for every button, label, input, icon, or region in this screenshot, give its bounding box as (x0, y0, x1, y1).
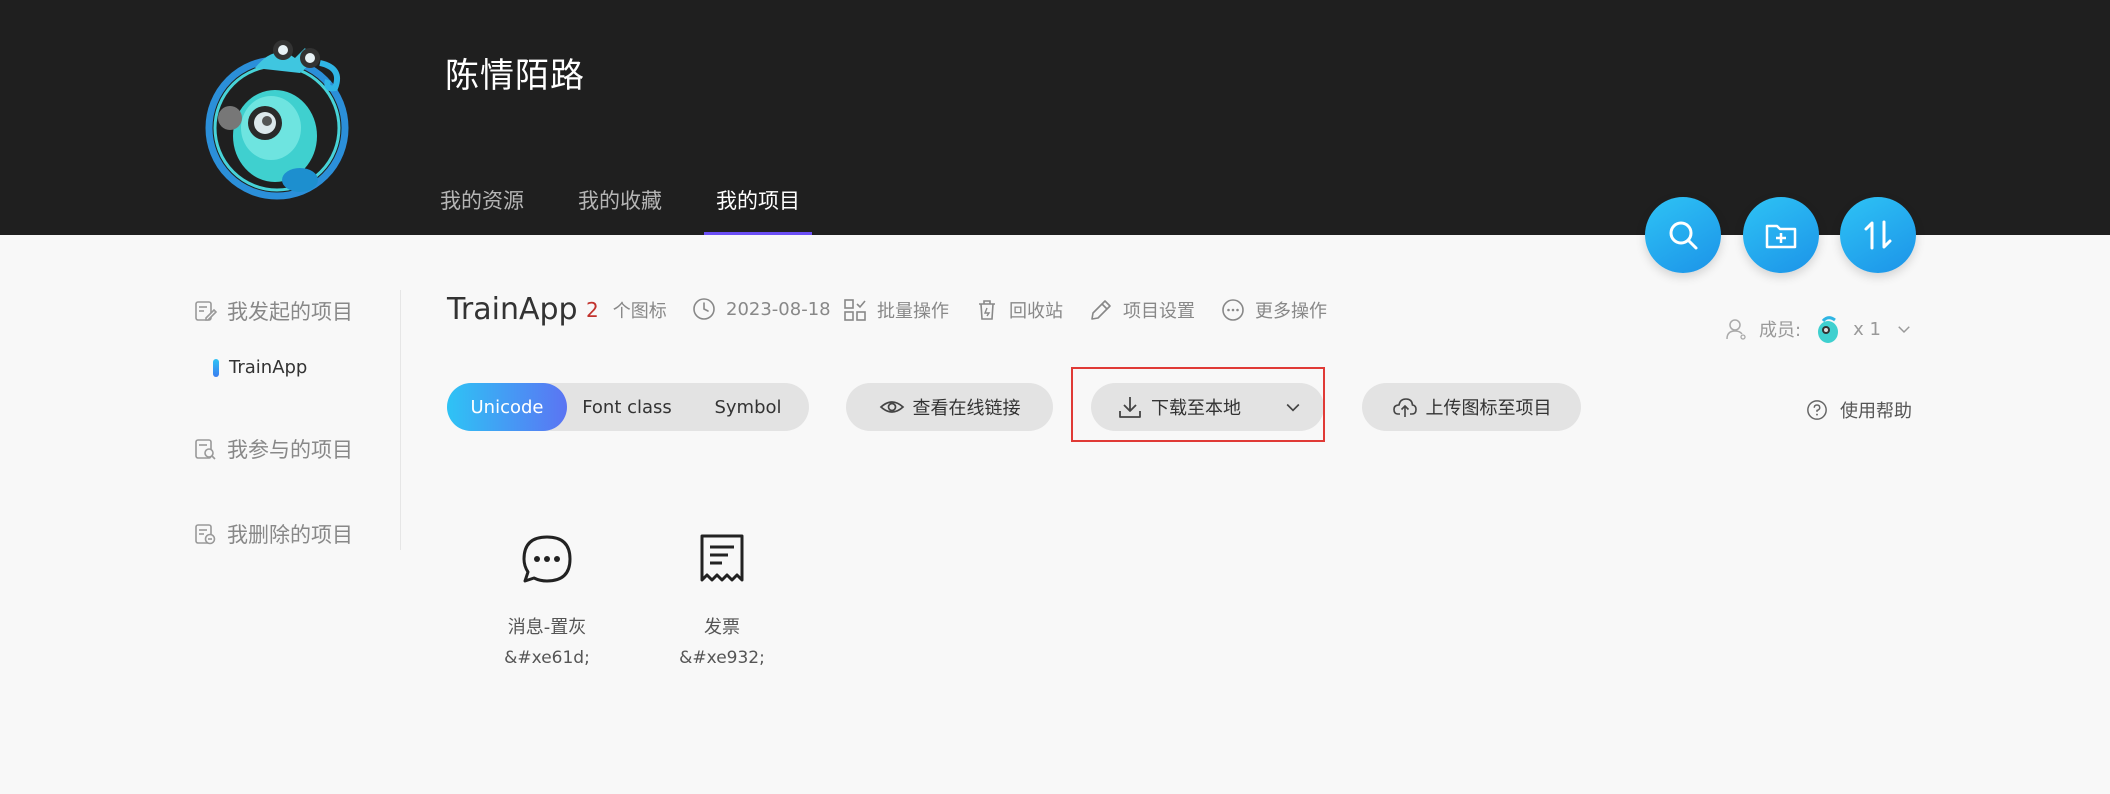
eye-icon (879, 401, 904, 413)
member-avatar (1818, 316, 1839, 343)
sidebar-item-joined[interactable]: 我参与的项目 (193, 434, 353, 464)
upload-icon-button[interactable]: 上传图标至项目 (1362, 383, 1581, 431)
search-icon (1669, 221, 1698, 250)
sidebar-item-label: 我删除的项目 (227, 523, 353, 547)
icon-card[interactable]: 消息-置灰 &#xe61d; (467, 532, 627, 668)
sidebar-item-label: 我发起的项目 (227, 300, 353, 324)
tab-unicode[interactable]: Unicode (447, 383, 567, 431)
view-online-link-label: 查看在线链接 (912, 398, 1021, 419)
tab-my-projects[interactable]: 我的项目 (704, 180, 812, 235)
help-link[interactable]: 使用帮助 (1806, 397, 1912, 423)
search-document-icon (195, 439, 216, 460)
upload-icon-label: 上传图标至项目 (1425, 398, 1552, 419)
sidebar-item-deleted[interactable]: 我删除的项目 (193, 519, 353, 549)
recycle-bin-button[interactable]: 回收站 (975, 297, 1063, 323)
deleted-document-icon (195, 524, 216, 545)
batch-operation-button[interactable]: 批量操作 (843, 297, 949, 323)
project-members[interactable]: 成员: x 1 (1725, 313, 1913, 345)
icon-count: 2 个图标 (586, 297, 667, 323)
project-sidebar: 我发起的项目 TrainApp 我参与的项目 我删除的项目 (193, 290, 401, 550)
icon-name: 消息-置灰 (507, 617, 587, 638)
project-settings-label: 项目设置 (1123, 301, 1195, 322)
project-settings-button[interactable]: 项目设置 (1089, 297, 1195, 323)
members-label: 成员: (1759, 320, 1802, 341)
members-icon (1726, 319, 1746, 340)
tab-my-favorites[interactable]: 我的收藏 (578, 180, 662, 235)
help-icon (1807, 400, 1827, 420)
main-nav: 我的资源 我的收藏 我的项目 (440, 180, 854, 235)
project-title: TrainApp (447, 292, 578, 327)
edit-document-icon (195, 301, 217, 321)
project-date-text: 2023-08-18 (726, 298, 831, 320)
recycle-bin-label: 回收站 (1009, 301, 1063, 322)
username: 陈情陌路 (445, 56, 585, 96)
icon-count-suffix: 个图标 (612, 301, 667, 322)
project-date: 2023-08-18 (692, 297, 831, 321)
pencil-icon (1091, 300, 1111, 320)
tab-my-resources[interactable]: 我的资源 (440, 180, 524, 235)
sidebar-project-label: TrainApp (229, 357, 308, 378)
icon-code: &#xe932; (679, 648, 765, 668)
more-operations-button[interactable]: 更多操作 (1221, 297, 1327, 323)
message-icon (522, 535, 572, 583)
more-icon (1222, 299, 1244, 321)
code-format-switch: Unicode Font class Symbol (447, 383, 809, 431)
sort-button[interactable] (1840, 197, 1916, 273)
cloud-upload-icon (1392, 398, 1417, 417)
download-highlight-box (1071, 367, 1325, 442)
batch-operation-label: 批量操作 (877, 301, 949, 322)
icon-name: 发票 (704, 617, 740, 638)
clock-icon (693, 298, 715, 320)
icon-code: &#xe61d; (504, 648, 590, 668)
tab-symbol[interactable]: Symbol (687, 383, 809, 431)
more-operations-label: 更多操作 (1255, 301, 1327, 322)
chevron-down-icon (1898, 326, 1910, 334)
tab-font-class[interactable]: Font class (567, 383, 687, 431)
trash-icon (979, 300, 995, 320)
help-label: 使用帮助 (1840, 401, 1912, 422)
icon-card[interactable]: 发票 &#xe932; (642, 532, 802, 668)
sidebar-project-trainapp[interactable]: TrainApp (213, 357, 307, 378)
sidebar-item-started[interactable]: 我发起的项目 (193, 296, 353, 326)
user-avatar[interactable] (195, 18, 360, 200)
add-folder-icon (1765, 224, 1797, 249)
search-button[interactable] (1645, 197, 1721, 273)
members-count: x 1 (1853, 318, 1881, 340)
add-folder-button[interactable] (1743, 197, 1819, 273)
batch-icon (844, 299, 866, 321)
view-online-link-button[interactable]: 查看在线链接 (846, 383, 1053, 431)
icon-count-number: 2 (586, 298, 599, 322)
invoice-icon (700, 534, 744, 582)
active-indicator (213, 358, 219, 377)
sidebar-item-label: 我参与的项目 (227, 438, 353, 462)
sort-icon (1864, 220, 1892, 250)
